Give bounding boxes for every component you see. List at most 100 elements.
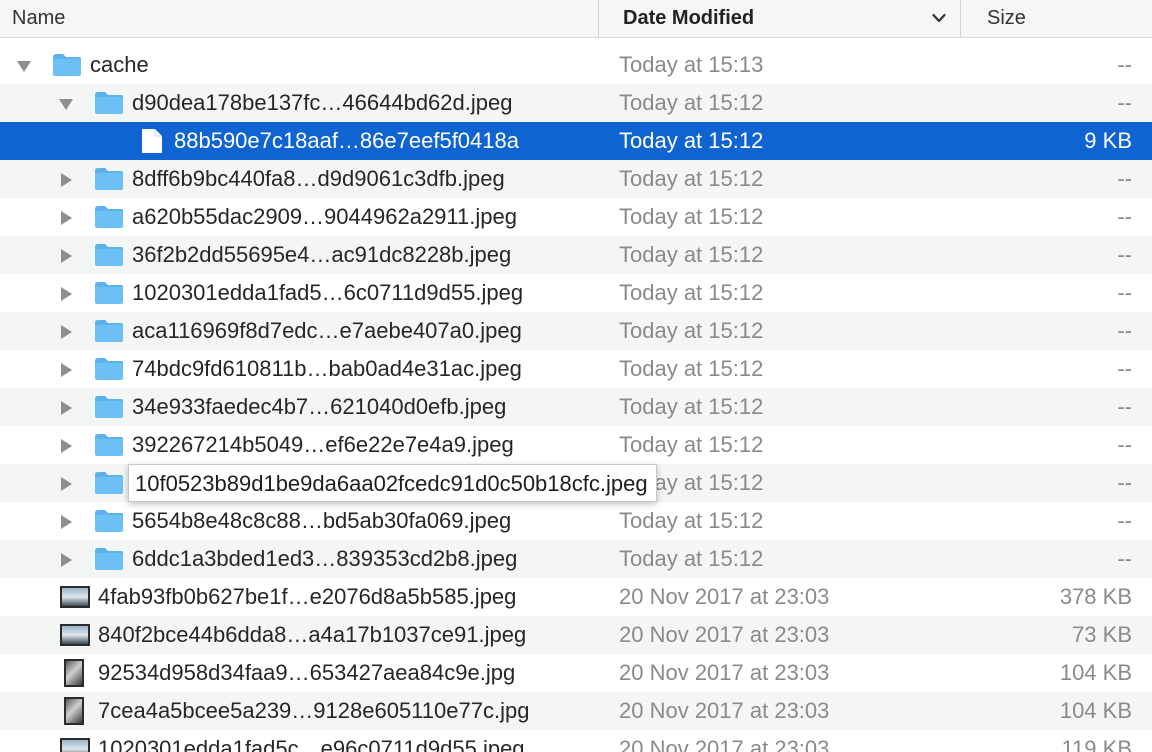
file-row[interactable]: 7cea4a5bcee5a239…9128e605110e77c.jpg 20 N… <box>0 692 1152 730</box>
filename-tooltip: 10f0523b89d1be9da6aa02fcedc91d0c50b18cfc… <box>128 464 657 502</box>
file-size: -- <box>1117 90 1132 115</box>
folder-icon <box>95 244 123 266</box>
disclosure-triangle-collapsed-icon[interactable] <box>58 552 74 568</box>
file-size: -- <box>1117 356 1132 381</box>
file-name: cache <box>90 52 149 77</box>
file-date-modified: Today at 15:12 <box>619 356 764 381</box>
chevron-down-icon[interactable] <box>932 13 946 23</box>
disclosure-triangle-expanded-icon[interactable] <box>16 58 32 74</box>
file-date-modified: Today at 15:12 <box>619 432 764 457</box>
file-name: 1020301edda1fad5…6c0711d9d55.jpeg <box>132 280 524 305</box>
file-date-modified: 20 Nov 2017 at 23:03 <box>619 622 830 647</box>
file-row[interactable]: 840f2bce44b6dda8…a4a17b1037ce91.jpeg 20 N… <box>0 616 1152 654</box>
file-name: d90dea178be137fc…46644bd62d.jpeg <box>132 90 513 115</box>
file-list: cache Today at 15:13 -- d90dea178be137fc…46… <box>0 46 1152 752</box>
disclosure-triangle-expanded-icon[interactable] <box>58 96 74 112</box>
disclosure-triangle-collapsed-icon[interactable] <box>58 286 74 302</box>
document-icon <box>142 129 162 153</box>
folder-icon <box>95 320 123 342</box>
image-thumbnail-icon <box>60 738 90 752</box>
file-size: -- <box>1117 508 1132 533</box>
file-name: 7cea4a5bcee5a239…9128e605110e77c.jpg <box>98 698 530 723</box>
file-date-modified: Today at 15:12 <box>619 280 764 305</box>
file-name: 8dff6b9bc440fa8…d9d9061c3dfb.jpeg <box>132 166 505 191</box>
file-name: 392267214b5049…ef6e22e7e4a9.jpeg <box>132 432 514 457</box>
file-size: -- <box>1117 318 1132 343</box>
file-row[interactable]: 8dff6b9bc440fa8…d9d9061c3dfb.jpeg Today a… <box>0 160 1152 198</box>
file-row[interactable]: cache Today at 15:13 -- <box>0 46 1152 84</box>
folder-icon <box>95 434 123 456</box>
file-date-modified: Today at 15:12 <box>619 166 764 191</box>
file-size: -- <box>1117 280 1132 305</box>
file-row[interactable]: 1020301edda1fad5c…e96c0711d9d55.jpeg 20 N… <box>0 730 1152 752</box>
image-thumbnail-icon <box>60 586 90 608</box>
file-name: 4fab93fb0b627be1f…e2076d8a5b585.jpeg <box>98 584 517 609</box>
file-name: a620b55dac2909…9044962a2911.jpeg <box>132 204 517 229</box>
file-size: 73 KB <box>1072 622 1132 647</box>
disclosure-triangle-collapsed-icon[interactable] <box>58 438 74 454</box>
file-name: 34e933faedec4b7…621040d0efb.jpeg <box>132 394 507 419</box>
file-row[interactable]: 88b590e7c18aaf…86e7eef5f0418a Today at 15… <box>0 122 1152 160</box>
column-header-name[interactable]: Name <box>0 0 598 37</box>
file-size: -- <box>1117 394 1132 419</box>
disclosure-triangle-collapsed-icon[interactable] <box>58 248 74 264</box>
file-size: -- <box>1117 242 1132 267</box>
file-size: -- <box>1117 432 1132 457</box>
file-name: 92534d958d34faa9…653427aea84c9e.jpg <box>98 660 516 685</box>
file-name: 88b590e7c18aaf…86e7eef5f0418a <box>174 128 519 153</box>
folder-icon <box>53 54 81 76</box>
file-row[interactable]: 36f2b2dd55695e4…ac91dc8228b.jpeg Today at… <box>0 236 1152 274</box>
file-date-modified: 20 Nov 2017 at 23:03 <box>619 660 830 685</box>
file-row[interactable]: aca116969f8d7edc…e7aebe407a0.jpeg Today a… <box>0 312 1152 350</box>
file-size: -- <box>1117 52 1132 77</box>
file-size: -- <box>1117 166 1132 191</box>
column-header-date-modified[interactable]: Date Modified <box>598 0 960 37</box>
file-row[interactable]: 6ddc1a3bded1ed3…839353cd2b8.jpeg Today at… <box>0 540 1152 578</box>
disclosure-triangle-collapsed-icon[interactable] <box>58 172 74 188</box>
folder-icon <box>95 92 123 114</box>
file-size: 104 KB <box>1059 660 1132 685</box>
column-header-date-label: Date Modified <box>623 7 755 29</box>
file-date-modified: Today at 15:12 <box>619 204 764 229</box>
file-date-modified: 20 Nov 2017 at 23:03 <box>619 698 830 723</box>
disclosure-triangle-collapsed-icon[interactable] <box>58 476 74 492</box>
file-row[interactable]: 5654b8e48c8c88…bd5ab30fa069.jpeg Today at… <box>0 502 1152 540</box>
disclosure-triangle-collapsed-icon[interactable] <box>58 362 74 378</box>
file-date-modified: Today at 15:13 <box>619 52 764 77</box>
file-name: aca116969f8d7edc…e7aebe407a0.jpeg <box>132 318 522 343</box>
file-size: 9 KB <box>1084 128 1132 153</box>
column-header-bar: Name Date Modified Size <box>0 0 1152 38</box>
file-date-modified: Today at 15:12 <box>619 90 764 115</box>
file-date-modified: Today at 15:12 <box>619 318 764 343</box>
file-date-modified: Today at 15:12 <box>619 128 764 153</box>
file-row[interactable]: 392267214b5049…ef6e22e7e4a9.jpeg Today at… <box>0 426 1152 464</box>
disclosure-triangle-collapsed-icon[interactable] <box>58 514 74 530</box>
file-name: 1020301edda1fad5c…e96c0711d9d55.jpeg <box>98 736 525 752</box>
file-row[interactable]: 4fab93fb0b627be1f…e2076d8a5b585.jpeg 20 N… <box>0 578 1152 616</box>
file-size: 378 KB <box>1059 584 1132 609</box>
file-row[interactable]: 74bdc9fd610811b…bab0ad4e31ac.jpeg Today a… <box>0 350 1152 388</box>
file-size: 104 KB <box>1059 698 1132 723</box>
file-date-modified: Today at 15:12 <box>619 508 764 533</box>
folder-icon <box>95 472 123 494</box>
disclosure-triangle-collapsed-icon[interactable] <box>58 400 74 416</box>
folder-icon <box>95 168 123 190</box>
file-row[interactable]: 92534d958d34faa9…653427aea84c9e.jpg 20 No… <box>0 654 1152 692</box>
file-name: 840f2bce44b6dda8…a4a17b1037ce91.jpeg <box>98 622 527 647</box>
file-size: -- <box>1117 546 1132 571</box>
file-row[interactable]: a620b55dac2909…9044962a2911.jpeg Today at… <box>0 198 1152 236</box>
file-date-modified: Today at 15:12 <box>619 242 764 267</box>
file-date-modified: Today at 15:12 <box>619 394 764 419</box>
disclosure-triangle-collapsed-icon[interactable] <box>58 210 74 226</box>
file-row[interactable]: 34e933faedec4b7…621040d0efb.jpeg Today at… <box>0 388 1152 426</box>
file-row[interactable]: d90dea178be137fc…46644bd62d.jpeg Today at… <box>0 84 1152 122</box>
folder-icon <box>95 358 123 380</box>
file-name: 6ddc1a3bded1ed3…839353cd2b8.jpeg <box>132 546 518 571</box>
image-thumbnail-icon <box>64 697 84 725</box>
file-row[interactable]: 1020301edda1fad5…6c0711d9d55.jpeg Today a… <box>0 274 1152 312</box>
file-size: -- <box>1117 204 1132 229</box>
column-header-size[interactable]: Size <box>960 0 1152 37</box>
disclosure-triangle-collapsed-icon[interactable] <box>58 324 74 340</box>
image-thumbnail-icon <box>64 659 84 687</box>
file-name: 5654b8e48c8c88…bd5ab30fa069.jpeg <box>132 508 512 533</box>
